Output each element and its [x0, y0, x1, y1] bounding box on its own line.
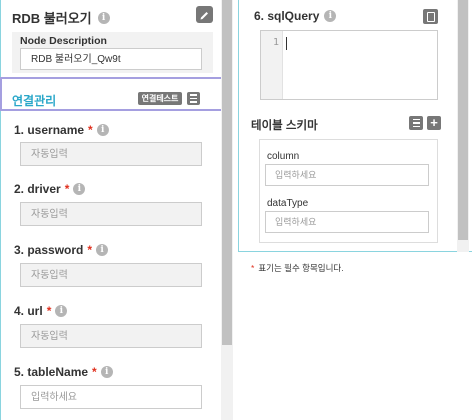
required-marker: * [88, 123, 93, 137]
list-icon [412, 118, 420, 121]
connection-management-title: 연결관리 [12, 94, 57, 108]
connection-test-button[interactable]: 연결테스트 [138, 92, 182, 105]
column-label: column [267, 151, 300, 162]
node-description-label: Node Description [20, 35, 107, 47]
left-scrollbar-thumb[interactable] [222, 0, 232, 345]
column-input[interactable]: 입력하세요 [265, 164, 429, 186]
required-marker: * [87, 243, 93, 257]
sqlquery-editor[interactable]: 1 [260, 30, 438, 100]
datatype-input[interactable]: 입력하세요 [265, 211, 429, 233]
plus-icon: + [430, 115, 438, 130]
info-icon[interactable]: i [73, 183, 86, 195]
panel-header: RDB 불러오기 i [12, 8, 110, 27]
field-tablename-label: 5. tableName * i [14, 365, 113, 379]
right-scrollbar[interactable] [457, 0, 469, 252]
info-icon[interactable]: i [324, 10, 337, 22]
schema-list-button[interactable] [409, 116, 423, 130]
url-input[interactable]: 자동입력 [20, 324, 202, 348]
line-number: 1 [273, 37, 280, 48]
connection-list-button[interactable] [187, 92, 200, 105]
add-schema-button[interactable]: + [427, 116, 441, 130]
right-scrollbar-thumb[interactable] [458, 0, 468, 240]
required-marker: * [251, 263, 255, 273]
driver-input[interactable]: 자동입력 [20, 202, 202, 226]
sqlquery-label: 6. sqlQuery i [254, 9, 337, 23]
table-schema-title: 테이블 스키마 [251, 120, 318, 132]
list-icon [190, 94, 197, 96]
password-input[interactable]: 자동입력 [20, 263, 202, 287]
info-icon[interactable]: i [96, 244, 109, 256]
username-input[interactable]: 자동입력 [20, 142, 202, 166]
field-url-label: 4. url * i [14, 304, 68, 318]
required-marker: * [92, 365, 97, 379]
required-marker: * [64, 182, 70, 196]
info-icon[interactable]: i [100, 366, 113, 378]
node-description-input[interactable]: RDB 불러오기_Qw9t [20, 48, 202, 70]
info-icon[interactable]: i [55, 305, 68, 317]
left-scrollbar[interactable] [221, 0, 233, 420]
field-username-label: 1. username * i [14, 123, 109, 137]
datatype-label: dataType [267, 198, 309, 209]
edit-icon [200, 12, 208, 20]
tablename-input[interactable]: 입력하세요 [20, 385, 202, 409]
required-note: * 표기는 필수 항목입니다. [251, 263, 344, 273]
field-password-label: 3. password * i [14, 243, 109, 257]
panel-title: RDB 불러오기 [12, 11, 92, 26]
sql-document-button[interactable] [423, 9, 438, 24]
line-number-gutter: 1 [261, 31, 283, 99]
edit-button[interactable] [196, 6, 213, 23]
field-driver-label: 2. driver * i [14, 182, 86, 196]
info-icon[interactable]: i [96, 124, 109, 136]
text-cursor [286, 37, 287, 50]
info-icon[interactable]: i [97, 11, 110, 24]
required-marker: * [46, 304, 52, 318]
